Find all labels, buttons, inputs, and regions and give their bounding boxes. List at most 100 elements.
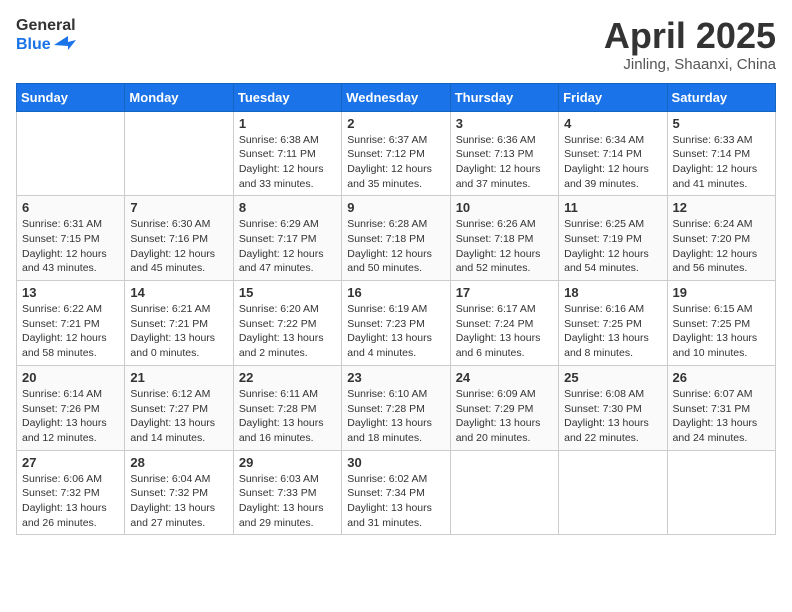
day-info: Sunrise: 6:22 AM Sunset: 7:21 PM Dayligh… [22, 302, 119, 361]
day-info: Sunrise: 6:12 AM Sunset: 7:27 PM Dayligh… [130, 387, 227, 446]
calendar-cell [17, 111, 125, 196]
calendar-cell: 1 Sunrise: 6:38 AM Sunset: 7:11 PM Daylig… [233, 111, 341, 196]
day-info: Sunrise: 6:17 AM Sunset: 7:24 PM Dayligh… [456, 302, 553, 361]
day-number: 6 [22, 200, 119, 215]
day-number: 15 [239, 285, 336, 300]
day-number: 5 [673, 116, 770, 131]
day-number: 16 [347, 285, 444, 300]
calendar-cell: 3 Sunrise: 6:36 AM Sunset: 7:13 PM Daylig… [450, 111, 558, 196]
day-header-sunday: Sunday [17, 83, 125, 111]
calendar-cell: 19 Sunrise: 6:15 AM Sunset: 7:25 PM Dayli… [667, 281, 775, 366]
calendar-cell: 21 Sunrise: 6:12 AM Sunset: 7:27 PM Dayli… [125, 365, 233, 450]
calendar-week-5: 27 Sunrise: 6:06 AM Sunset: 7:32 PM Dayli… [17, 450, 776, 535]
day-number: 1 [239, 116, 336, 131]
calendar-cell: 22 Sunrise: 6:11 AM Sunset: 7:28 PM Dayli… [233, 365, 341, 450]
day-number: 9 [347, 200, 444, 215]
day-number: 25 [564, 370, 661, 385]
day-number: 24 [456, 370, 553, 385]
calendar-cell: 28 Sunrise: 6:04 AM Sunset: 7:32 PM Dayli… [125, 450, 233, 535]
month-title: April 2025 [604, 16, 776, 56]
day-header-wednesday: Wednesday [342, 83, 450, 111]
day-info: Sunrise: 6:25 AM Sunset: 7:19 PM Dayligh… [564, 217, 661, 276]
calendar-cell: 10 Sunrise: 6:26 AM Sunset: 7:18 PM Dayli… [450, 196, 558, 281]
calendar-cell: 17 Sunrise: 6:17 AM Sunset: 7:24 PM Dayli… [450, 281, 558, 366]
calendar-cell: 2Sunrise: 6:37 AM Sunset: 7:12 PM Daylig… [342, 111, 450, 196]
day-number: 10 [456, 200, 553, 215]
day-info: Sunrise: 6:24 AM Sunset: 7:20 PM Dayligh… [673, 217, 770, 276]
day-info: Sunrise: 6:14 AM Sunset: 7:26 PM Dayligh… [22, 387, 119, 446]
day-info: Sunrise: 6:07 AM Sunset: 7:31 PM Dayligh… [673, 387, 770, 446]
day-number: 2 [347, 116, 444, 131]
day-info: Sunrise: 6:36 AM Sunset: 7:13 PM Dayligh… [456, 133, 553, 192]
day-info: Sunrise: 6:26 AM Sunset: 7:18 PM Dayligh… [456, 217, 553, 276]
calendar-header-row: SundayMondayTuesdayWednesdayThursdayFrid… [17, 83, 776, 111]
day-number: 20 [22, 370, 119, 385]
day-header-saturday: Saturday [667, 83, 775, 111]
calendar-week-2: 6Sunrise: 6:31 AM Sunset: 7:15 PM Daylig… [17, 196, 776, 281]
day-number: 29 [239, 455, 336, 470]
day-info: Sunrise: 6:02 AM Sunset: 7:34 PM Dayligh… [347, 472, 444, 531]
calendar-cell: 11 Sunrise: 6:25 AM Sunset: 7:19 PM Dayli… [559, 196, 667, 281]
day-header-friday: Friday [559, 83, 667, 111]
day-number: 3 [456, 116, 553, 131]
calendar-cell: 5 Sunrise: 6:33 AM Sunset: 7:14 PM Daylig… [667, 111, 775, 196]
calendar-cell [125, 111, 233, 196]
day-info: Sunrise: 6:29 AM Sunset: 7:17 PM Dayligh… [239, 217, 336, 276]
day-info: Sunrise: 6:20 AM Sunset: 7:22 PM Dayligh… [239, 302, 336, 361]
day-number: 11 [564, 200, 661, 215]
calendar-cell [559, 450, 667, 535]
day-number: 17 [456, 285, 553, 300]
calendar-cell: 27 Sunrise: 6:06 AM Sunset: 7:32 PM Dayli… [17, 450, 125, 535]
calendar-cell: 6Sunrise: 6:31 AM Sunset: 7:15 PM Daylig… [17, 196, 125, 281]
calendar-week-3: 13 Sunrise: 6:22 AM Sunset: 7:21 PM Dayli… [17, 281, 776, 366]
calendar-cell: 15 Sunrise: 6:20 AM Sunset: 7:22 PM Dayli… [233, 281, 341, 366]
calendar-cell: 24 Sunrise: 6:09 AM Sunset: 7:29 PM Dayli… [450, 365, 558, 450]
calendar-cell: 25 Sunrise: 6:08 AM Sunset: 7:30 PM Dayli… [559, 365, 667, 450]
day-number: 19 [673, 285, 770, 300]
day-number: 26 [673, 370, 770, 385]
day-number: 8 [239, 200, 336, 215]
calendar-cell: 26 Sunrise: 6:07 AM Sunset: 7:31 PM Dayli… [667, 365, 775, 450]
day-info: Sunrise: 6:28 AM Sunset: 7:18 PM Dayligh… [347, 217, 444, 276]
day-number: 27 [22, 455, 119, 470]
day-info: Sunrise: 6:30 AM Sunset: 7:16 PM Dayligh… [130, 217, 227, 276]
calendar-cell: 7 Sunrise: 6:30 AM Sunset: 7:16 PM Daylig… [125, 196, 233, 281]
day-number: 28 [130, 455, 227, 470]
day-info: Sunrise: 6:33 AM Sunset: 7:14 PM Dayligh… [673, 133, 770, 192]
day-number: 22 [239, 370, 336, 385]
calendar-cell: 23 Sunrise: 6:10 AM Sunset: 7:28 PM Dayli… [342, 365, 450, 450]
day-number: 13 [22, 285, 119, 300]
day-number: 12 [673, 200, 770, 215]
calendar-cell [667, 450, 775, 535]
calendar-cell: 8 Sunrise: 6:29 AM Sunset: 7:17 PM Daylig… [233, 196, 341, 281]
logo-general: General [16, 16, 76, 35]
calendar-cell: 4Sunrise: 6:34 AM Sunset: 7:14 PM Daylig… [559, 111, 667, 196]
calendar-cell: 18Sunrise: 6:16 AM Sunset: 7:25 PM Dayli… [559, 281, 667, 366]
logo: General Blue [16, 16, 76, 54]
day-number: 23 [347, 370, 444, 385]
day-number: 14 [130, 285, 227, 300]
day-number: 4 [564, 116, 661, 131]
day-info: Sunrise: 6:06 AM Sunset: 7:32 PM Dayligh… [22, 472, 119, 531]
day-info: Sunrise: 6:16 AM Sunset: 7:25 PM Dayligh… [564, 302, 661, 361]
day-info: Sunrise: 6:10 AM Sunset: 7:28 PM Dayligh… [347, 387, 444, 446]
day-info: Sunrise: 6:38 AM Sunset: 7:11 PM Dayligh… [239, 133, 336, 192]
day-info: Sunrise: 6:09 AM Sunset: 7:29 PM Dayligh… [456, 387, 553, 446]
calendar-cell: 20 Sunrise: 6:14 AM Sunset: 7:26 PM Dayli… [17, 365, 125, 450]
day-number: 7 [130, 200, 227, 215]
title-block: April 2025 Jinling, Shaanxi, China [604, 16, 776, 73]
calendar-cell: 30Sunrise: 6:02 AM Sunset: 7:34 PM Dayli… [342, 450, 450, 535]
day-number: 21 [130, 370, 227, 385]
day-header-thursday: Thursday [450, 83, 558, 111]
calendar-cell: 29Sunrise: 6:03 AM Sunset: 7:33 PM Dayli… [233, 450, 341, 535]
day-info: Sunrise: 6:08 AM Sunset: 7:30 PM Dayligh… [564, 387, 661, 446]
day-info: Sunrise: 6:04 AM Sunset: 7:32 PM Dayligh… [130, 472, 227, 531]
day-info: Sunrise: 6:19 AM Sunset: 7:23 PM Dayligh… [347, 302, 444, 361]
calendar-cell: 16 Sunrise: 6:19 AM Sunset: 7:23 PM Dayli… [342, 281, 450, 366]
day-info: Sunrise: 6:21 AM Sunset: 7:21 PM Dayligh… [130, 302, 227, 361]
day-header-monday: Monday [125, 83, 233, 111]
calendar-cell: 9 Sunrise: 6:28 AM Sunset: 7:18 PM Daylig… [342, 196, 450, 281]
day-info: Sunrise: 6:15 AM Sunset: 7:25 PM Dayligh… [673, 302, 770, 361]
day-info: Sunrise: 6:11 AM Sunset: 7:28 PM Dayligh… [239, 387, 336, 446]
calendar-table: SundayMondayTuesdayWednesdayThursdayFrid… [16, 83, 776, 536]
